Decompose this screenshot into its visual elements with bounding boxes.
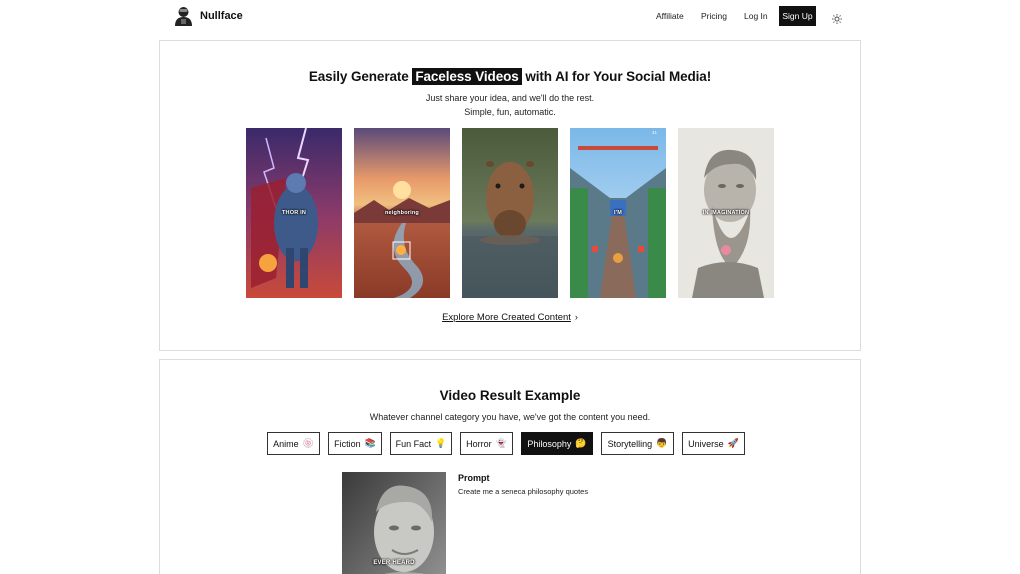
game-score-label: 41 <box>652 130 658 135</box>
category-label: Philosophy <box>527 438 572 449</box>
category-emoji: 👦 <box>656 438 668 448</box>
category-tab-universe[interactable]: Universe 🚀 <box>682 432 745 455</box>
hero-title-start: Easily Generate <box>308 69 409 84</box>
sun-icon[interactable] <box>832 11 842 24</box>
examples-title: Video Result Example <box>439 388 581 403</box>
hero-subtitle-line1: Just share your idea, and we'll do the r… <box>425 93 595 103</box>
video-thumbnail[interactable]: THOR IN <box>246 128 342 298</box>
category-emoji: 🤔 <box>575 438 587 448</box>
category-label: Anime <box>273 438 299 449</box>
prompt-label: Prompt <box>458 473 490 483</box>
category-tab-fun-fact[interactable]: Fun Fact 💡 <box>390 432 452 455</box>
nav-login-link[interactable]: Log In <box>744 11 768 21</box>
explore-more-link[interactable]: Explore More Created Content › <box>160 312 860 323</box>
chevron-right-icon: › <box>574 312 578 322</box>
thumbnail-caption: THOR IN <box>281 210 306 216</box>
hero-title-highlight: Faceless Videos <box>412 68 522 85</box>
video-thumbnail[interactable]: IN IMAGINATION <box>678 128 774 298</box>
thumbnail-caption: I'M <box>613 210 623 216</box>
category-tab-horror[interactable]: Horror 👻 <box>460 432 513 455</box>
example-caption: EVER HEARD <box>373 560 415 566</box>
example-video-thumbnail[interactable]: EVER HEARD <box>342 472 446 574</box>
nullface-logo-icon[interactable] <box>174 5 193 27</box>
examples-section: Video Result Example Whatever channel ca… <box>159 359 861 574</box>
prompt-text: Create me a seneca philosophy quotes <box>458 487 589 496</box>
signup-button[interactable]: Sign Up <box>779 6 816 26</box>
top-nav: Nullface Affiliate Pricing Log In Sign U… <box>0 0 1020 34</box>
thumbnail-caption: neighboring <box>385 210 419 216</box>
category-emoji: 📚 <box>364 438 376 448</box>
category-emoji: 🍥 <box>302 438 314 448</box>
category-label: Universe <box>688 438 724 449</box>
category-label: Storytelling <box>607 438 653 449</box>
examples-subtitle: Whatever channel category you have, we'v… <box>369 412 651 422</box>
hero-title: Easily Generate Faceless Videos with AI … <box>160 68 860 85</box>
category-label: Fun Fact <box>395 438 432 449</box>
category-emoji: 💡 <box>435 438 447 448</box>
category-emoji: 👻 <box>495 438 507 448</box>
brand-name[interactable]: Nullface <box>200 10 243 22</box>
nav-affiliate-link[interactable]: Affiliate <box>656 11 684 21</box>
hero-subtitle-line2: Simple, fun, automatic. <box>464 107 556 117</box>
category-tab-fiction[interactable]: Fiction 📚 <box>328 432 382 455</box>
video-thumbnail[interactable]: neighboring <box>354 128 450 298</box>
category-tab-anime[interactable]: Anime 🍥 <box>267 432 320 455</box>
category-label: Fiction <box>334 438 361 449</box>
explore-more-label[interactable]: Explore More Created Content <box>442 312 571 323</box>
hero-title-end: with AI for Your Social Media! <box>525 69 712 84</box>
nav-pricing-link[interactable]: Pricing <box>701 11 727 21</box>
category-emoji: 🚀 <box>727 438 739 448</box>
video-thumbnail[interactable]: 41 I'M <box>570 128 666 298</box>
category-label: Horror <box>466 438 492 449</box>
hero-section: Easily Generate Faceless Videos with AI … <box>159 40 861 351</box>
category-tab-philosophy[interactable]: Philosophy 🤔 <box>521 432 593 455</box>
video-thumbnail[interactable] <box>462 128 558 298</box>
thumbnail-caption: IN IMAGINATION <box>702 210 750 216</box>
category-tab-storytelling[interactable]: Storytelling 👦 <box>601 432 674 455</box>
